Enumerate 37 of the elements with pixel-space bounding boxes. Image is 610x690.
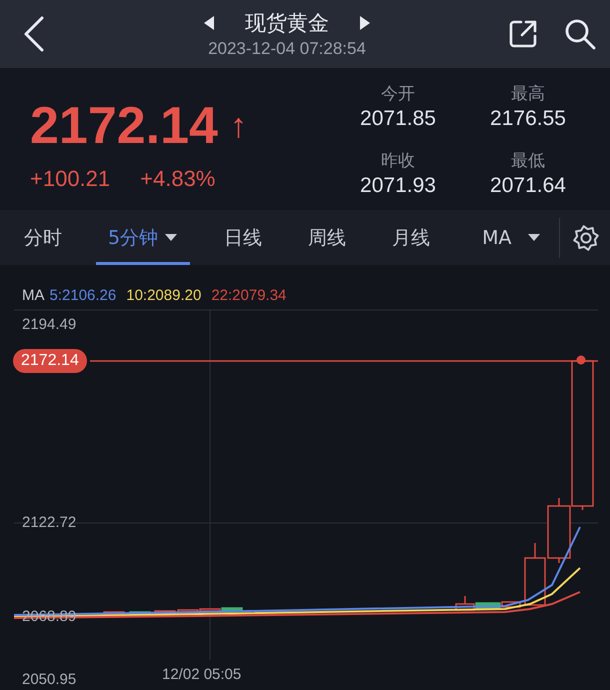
axis-label: 2194.49 <box>22 316 76 333</box>
arrow-icon: ↑ <box>230 106 247 146</box>
timestamp: 2023-12-04 07:28:54 <box>208 39 366 59</box>
settings-icon[interactable] <box>572 224 600 252</box>
period-tab[interactable]: 日线 <box>212 210 274 265</box>
window-title: 现货黄金 <box>245 10 329 37</box>
stat-label: 昨收 <box>380 150 416 172</box>
search-icon[interactable] <box>564 18 596 50</box>
moving-average-value: 22:2079.34 <box>211 287 286 304</box>
moving-average-value: 10:2089.20 <box>126 287 202 304</box>
axis-label: 12/02 05:05 <box>162 666 242 683</box>
last-price-dot <box>576 356 586 364</box>
stat-value: 2176.55 <box>489 107 567 131</box>
stat-label: 最高 <box>510 83 546 105</box>
back-icon[interactable] <box>22 16 46 52</box>
axis-label: 2050.95 <box>22 671 76 688</box>
axis-label: 2068.89 <box>22 608 76 625</box>
period-tab[interactable]: 周线 <box>296 210 358 265</box>
stat-value: 2071.85 <box>359 107 437 131</box>
price-value: 2172.14 <box>30 100 218 152</box>
price-change: +100.21 <box>30 166 110 192</box>
previous-icon[interactable] <box>203 15 215 31</box>
stat-label: 最低 <box>510 150 546 172</box>
legend-label: MA <box>22 287 44 304</box>
period-tab[interactable]: 月线 <box>380 210 442 265</box>
percent-change: +4.83% <box>140 166 216 192</box>
next-icon[interactable] <box>359 15 371 31</box>
stat-label: 今开 <box>380 83 416 105</box>
stat-value: 2071.93 <box>359 174 437 198</box>
indicator-dropdown[interactable]: MA <box>470 210 554 265</box>
axis-label: 2122.72 <box>22 514 76 531</box>
candle <box>524 543 546 606</box>
share-icon[interactable] <box>508 19 538 49</box>
period-tab[interactable]: 分时 <box>12 210 74 265</box>
moving-average-value: 5:2106.26 <box>50 287 116 304</box>
stat-value: 2071.64 <box>489 174 567 198</box>
current-price-tag: 2172.14 <box>13 349 87 373</box>
